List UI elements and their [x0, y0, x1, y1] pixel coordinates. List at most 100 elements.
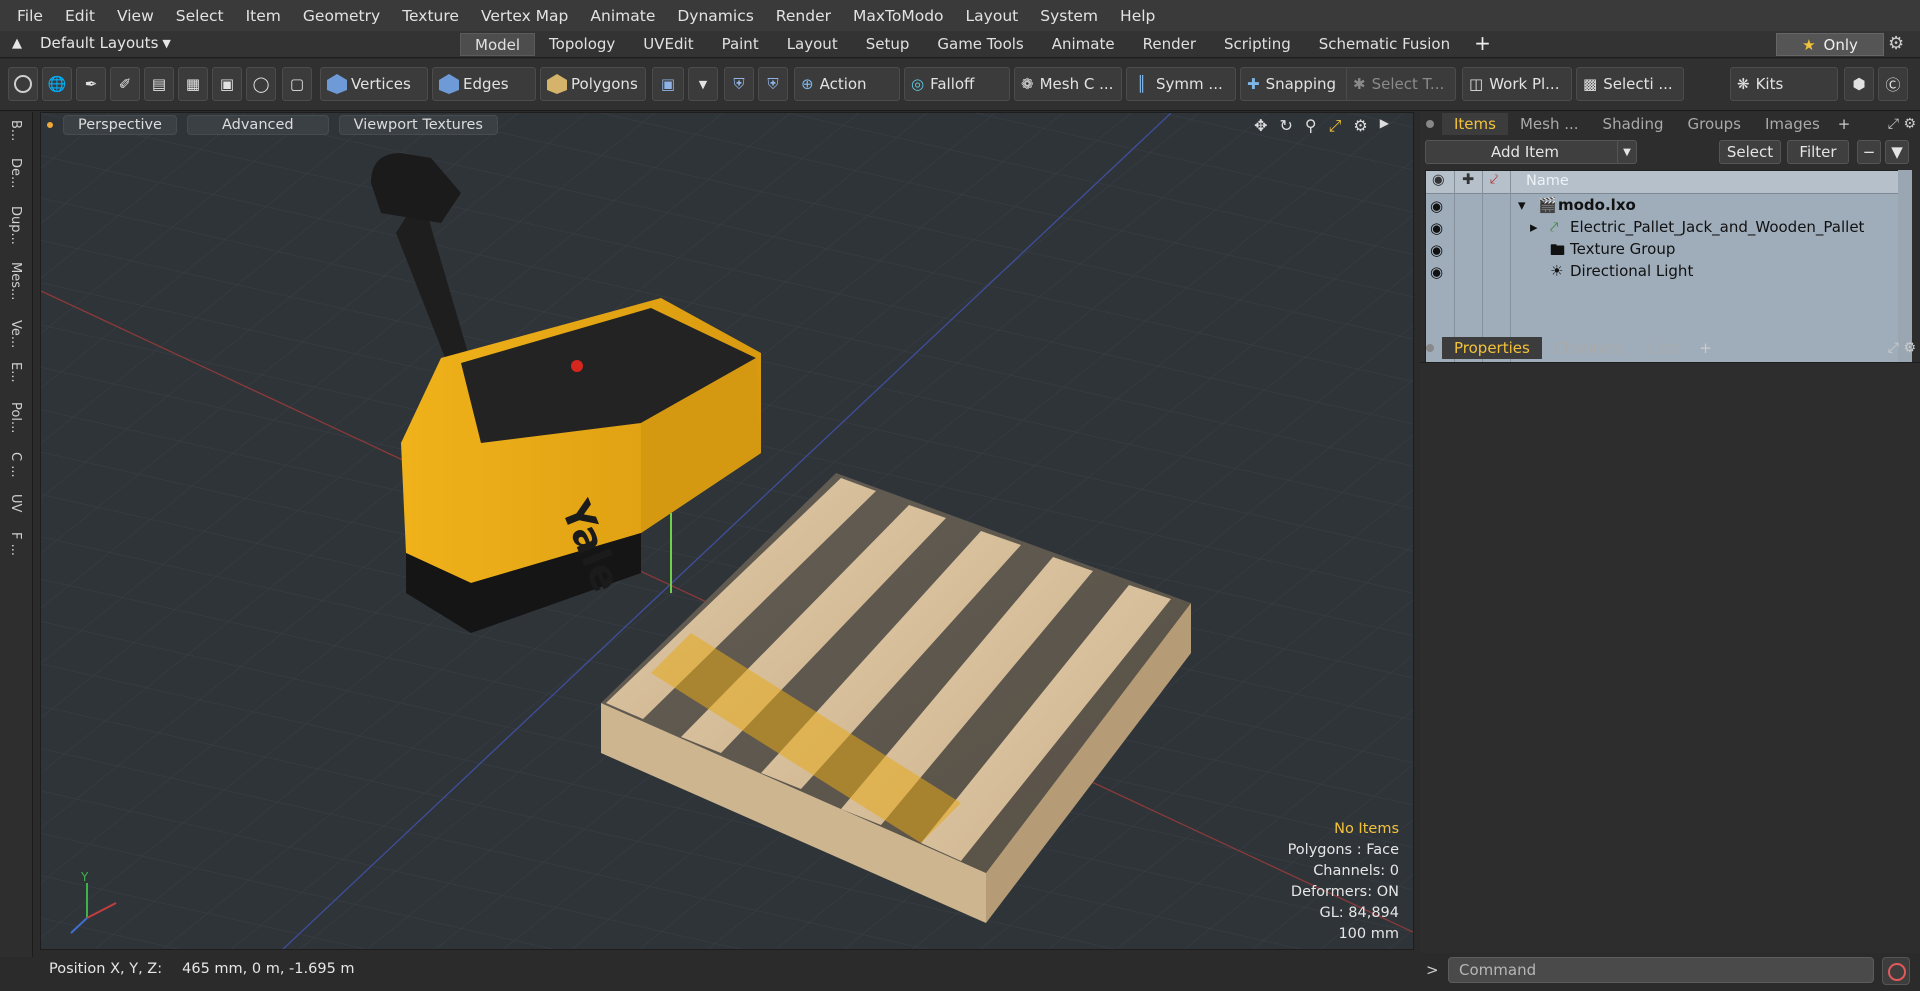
globe-mode-button[interactable]: 🌐	[42, 67, 72, 101]
panel-menu-dot[interactable]	[1426, 120, 1434, 128]
symmetry-button[interactable]: ║ Symm ...	[1126, 67, 1236, 101]
rotate-icon[interactable]: ↻	[1279, 116, 1292, 136]
tab-setup[interactable]: Setup	[852, 33, 924, 56]
unity-button[interactable]: ⬢	[1844, 67, 1874, 101]
tab-schematic-fusion[interactable]: Schematic Fusion	[1305, 33, 1464, 56]
only-toggle[interactable]: ★ Only	[1776, 33, 1884, 56]
zoom-icon[interactable]: ⚲	[1305, 116, 1317, 136]
pen-tool-button[interactable]: ✒	[76, 67, 106, 101]
command-history-button[interactable]	[1882, 957, 1910, 985]
menu-layout[interactable]: Layout	[955, 7, 1030, 25]
unreal-button[interactable]: Ⓒ	[1878, 67, 1908, 101]
tab-topology[interactable]: Topology	[535, 33, 629, 56]
maximize-icon[interactable]: ⤢	[1329, 116, 1342, 136]
strip-tab-2[interactable]: De...	[8, 158, 23, 188]
strip-tab-3[interactable]: Dup...	[8, 206, 23, 245]
play-icon[interactable]: ▶	[1380, 116, 1389, 136]
panel-menu-dot[interactable]	[1426, 344, 1434, 352]
filter-button[interactable]: Filter	[1787, 140, 1849, 164]
menu-texture[interactable]: Texture	[391, 7, 470, 25]
grid-button[interactable]: ▦	[178, 67, 208, 101]
tab-properties[interactable]: Properties	[1442, 337, 1542, 359]
eye-icon[interactable]: ◉	[1430, 219, 1450, 237]
add-tab-icon[interactable]: +	[1699, 339, 1712, 357]
edges-button[interactable]: Edges	[432, 67, 536, 101]
frame-button[interactable]: ▣	[212, 67, 242, 101]
viewport-textures-dropdown[interactable]: Viewport Textures	[338, 115, 498, 135]
add-item-dropdown[interactable]: ▼	[1617, 140, 1637, 164]
shield-button[interactable]: ⛨	[724, 67, 754, 101]
funnel-button[interactable]: ▼	[1885, 140, 1909, 164]
perspective-dropdown[interactable]: Perspective	[63, 115, 177, 135]
mode-dropdown[interactable]: ▼	[688, 67, 718, 101]
selection-sets-button[interactable]: ▩ Selecti ...	[1576, 67, 1684, 101]
select-button[interactable]: Select	[1719, 140, 1781, 164]
lock-icon[interactable]: ✚	[1462, 172, 1474, 188]
select-mode-button[interactable]	[8, 67, 38, 101]
strip-tab-8[interactable]: C ...	[8, 452, 23, 478]
layout-selector[interactable]: ▲ Default Layouts ▼	[12, 34, 171, 52]
menu-animate[interactable]: Animate	[579, 7, 666, 25]
tab-shading[interactable]: Shading	[1591, 113, 1676, 135]
tree-row-directional-light[interactable]: ◉ ☀ Directional Light	[1426, 260, 1900, 285]
material-mode-button[interactable]: ▣	[652, 67, 684, 101]
menu-help[interactable]: Help	[1109, 7, 1166, 25]
expand-arrow-icon[interactable]: ▾	[1518, 196, 1526, 214]
add-item-button[interactable]: Add Item	[1425, 140, 1625, 164]
collapse-up-icon[interactable]: ▲	[12, 36, 22, 51]
gear-icon[interactable]: ⚙	[1888, 33, 1904, 54]
eye-icon[interactable]: ◉	[1432, 172, 1445, 188]
tab-images[interactable]: Images	[1753, 113, 1832, 135]
menu-dynamics[interactable]: Dynamics	[666, 7, 764, 25]
menu-item[interactable]: Item	[235, 7, 292, 25]
tab-mesh[interactable]: Mesh ...	[1508, 113, 1591, 135]
strip-tab-7[interactable]: Pol...	[8, 402, 23, 433]
gear-icon[interactable]: ⚙	[1353, 116, 1367, 136]
layers-button[interactable]: ▤	[144, 67, 174, 101]
polygons-button[interactable]: Polygons	[540, 67, 646, 101]
tab-uvedit[interactable]: UVEdit	[629, 33, 707, 56]
work-plane-button[interactable]: ◫ Work Pl...	[1462, 67, 1572, 101]
name-column-header[interactable]: Name	[1526, 173, 1569, 189]
tab-game-tools[interactable]: Game Tools	[923, 33, 1037, 56]
3d-viewport[interactable]: Yale Y Perspective Advanced Viewport Tex…	[40, 112, 1414, 950]
mesh-constraint-button[interactable]: ❁ Mesh C ...	[1014, 67, 1122, 101]
viewport-menu-dot[interactable]	[47, 122, 53, 128]
tab-channels[interactable]: Channels	[1542, 337, 1635, 359]
menu-edit[interactable]: Edit	[54, 7, 106, 25]
collapse-button[interactable]: −	[1857, 140, 1881, 164]
strip-tab-5[interactable]: Ve...	[8, 320, 23, 348]
snapping-button[interactable]: ✚ Snapping	[1240, 67, 1350, 101]
menu-system[interactable]: System	[1029, 7, 1109, 25]
brush-tool-button[interactable]: ✐	[110, 67, 140, 101]
tab-layout[interactable]: Layout	[773, 33, 852, 56]
add-tab-icon[interactable]: +	[1474, 33, 1491, 56]
command-input[interactable]: Command	[1448, 957, 1874, 983]
menu-maxtomodo[interactable]: MaxToModo	[842, 7, 955, 25]
select-through-button[interactable]: ✱ Select T...	[1346, 67, 1456, 101]
menu-geometry[interactable]: Geometry	[292, 7, 391, 25]
strip-tab-10[interactable]: F ...	[8, 532, 23, 556]
tab-animate[interactable]: Animate	[1038, 33, 1129, 56]
eye-icon[interactable]: ◉	[1430, 197, 1450, 215]
tab-paint[interactable]: Paint	[708, 33, 773, 56]
strip-tab-1[interactable]: B...	[8, 120, 23, 141]
action-center-button[interactable]: ⊕ Action	[794, 67, 900, 101]
vertices-button[interactable]: Vertices	[320, 67, 428, 101]
strip-tab-6[interactable]: E...	[8, 362, 23, 383]
tab-groups[interactable]: Groups	[1675, 113, 1752, 135]
strip-tab-9[interactable]: UV	[8, 494, 23, 512]
shield-alt-button[interactable]: ⛨	[758, 67, 788, 101]
menu-view[interactable]: View	[106, 7, 165, 25]
kits-button[interactable]: ❋ Kits	[1730, 67, 1838, 101]
tab-items[interactable]: Items	[1442, 113, 1508, 135]
strip-tab-4[interactable]: Mes...	[8, 262, 23, 300]
menu-vertex-map[interactable]: Vertex Map	[470, 7, 579, 25]
eye-icon[interactable]: ◉	[1430, 241, 1450, 259]
tab-model[interactable]: Model	[460, 33, 536, 56]
tab-lists[interactable]: Lists	[1635, 337, 1693, 359]
pan-icon[interactable]: ✥	[1254, 116, 1267, 136]
tab-scripting[interactable]: Scripting	[1210, 33, 1305, 56]
menu-file[interactable]: File	[6, 7, 54, 25]
item-mode-button[interactable]: ▢	[282, 67, 312, 101]
